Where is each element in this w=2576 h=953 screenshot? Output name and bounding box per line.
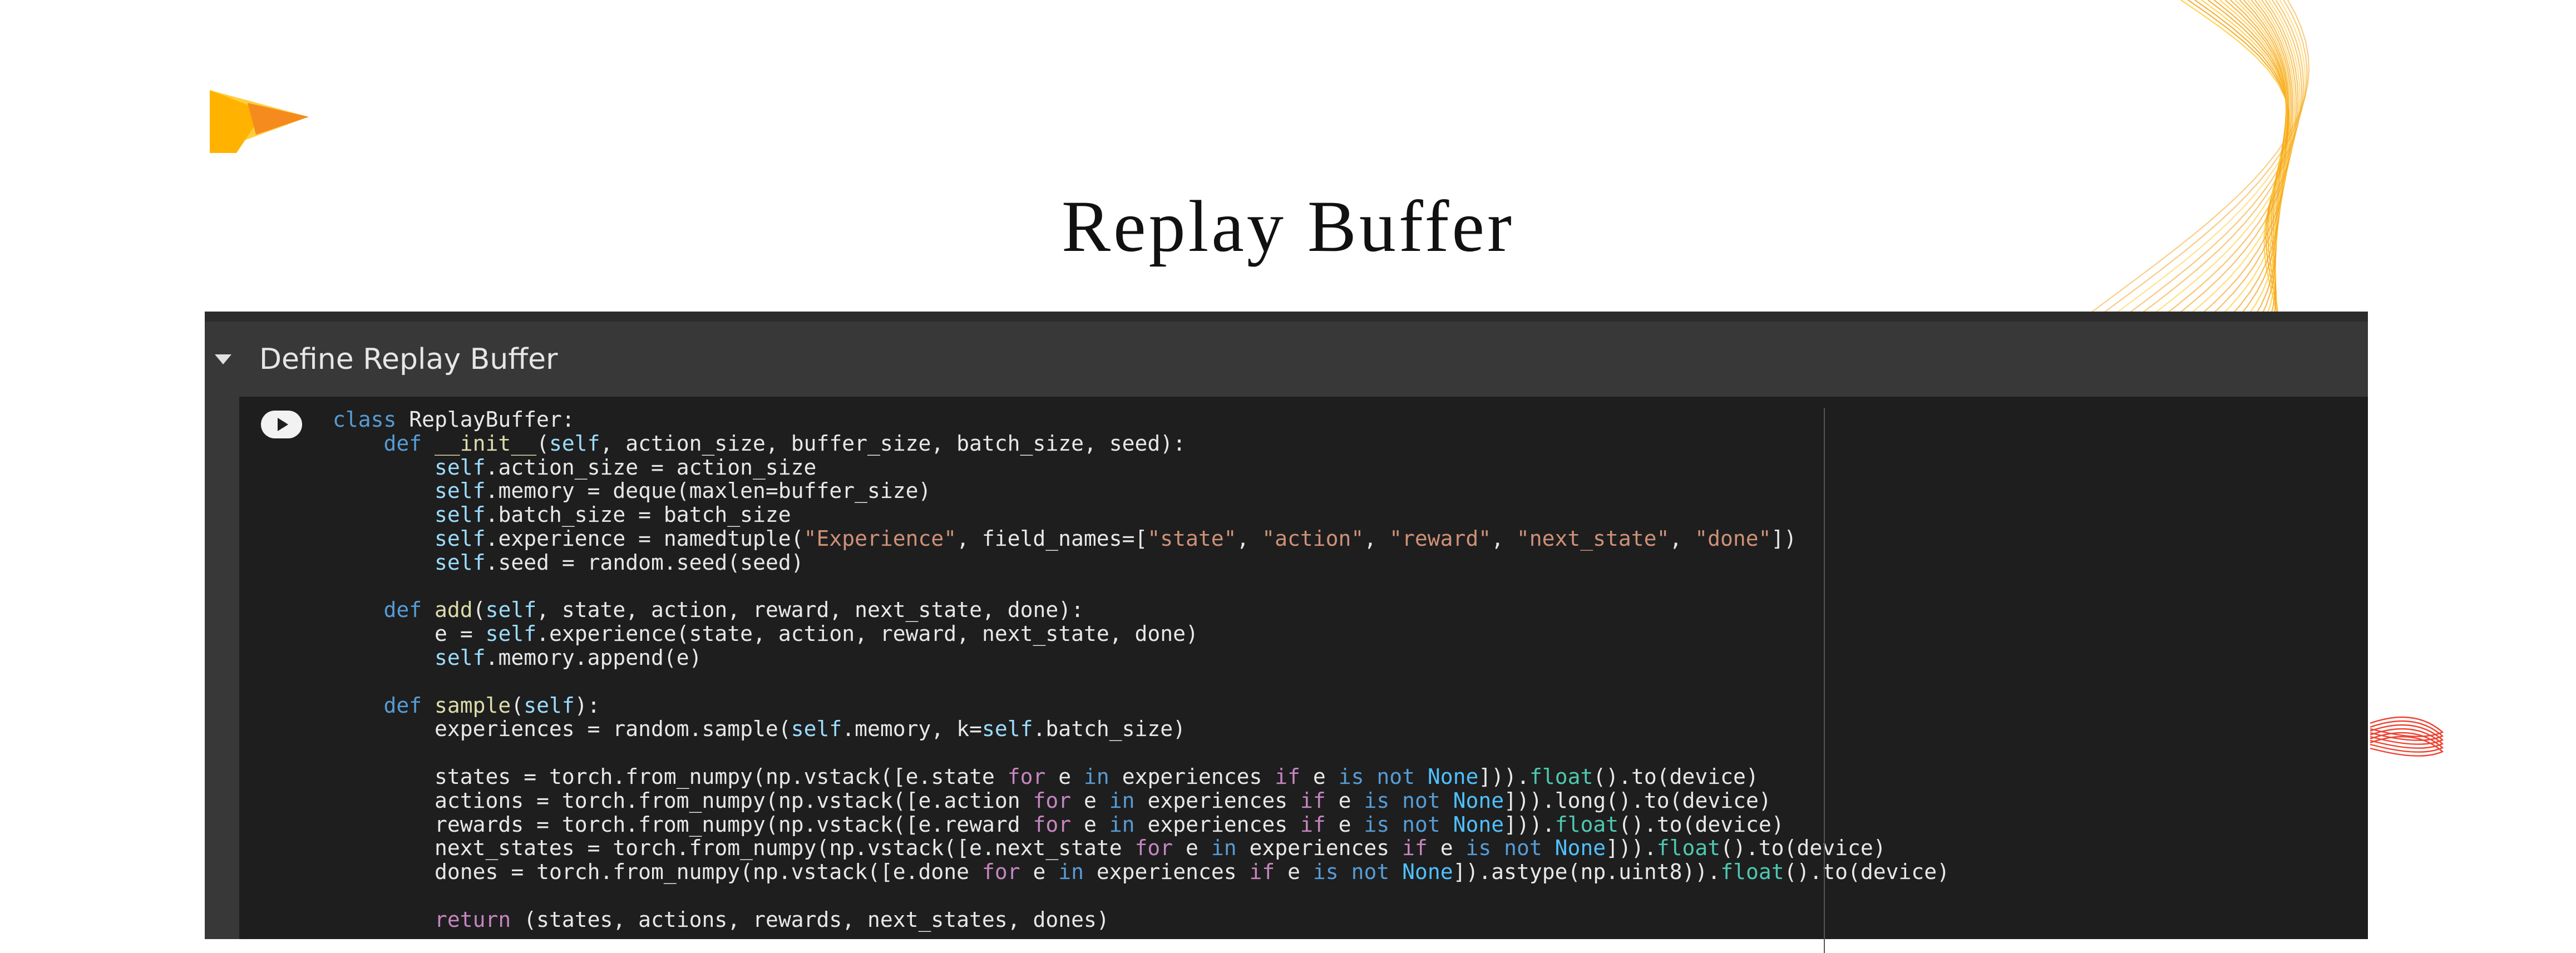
section-title: Define Replay Buffer bbox=[259, 342, 558, 376]
code-line: def __init__(self, action_size, buffer_s… bbox=[383, 431, 1186, 456]
code-line: self.experience = namedtuple("Experience… bbox=[435, 526, 1797, 551]
run-cell-icon bbox=[261, 411, 302, 438]
code-line: rewards = torch.from_numpy(np.vstack([e.… bbox=[435, 812, 1784, 837]
section-header[interactable]: Define Replay Buffer bbox=[205, 322, 2368, 397]
play-logo-icon bbox=[210, 90, 309, 153]
caret-down-icon[interactable] bbox=[209, 354, 237, 364]
code-line: return (states, actions, rewards, next_s… bbox=[435, 907, 1109, 932]
code-line: next_states = torch.from_numpy(np.vstack… bbox=[435, 836, 1886, 861]
code-line: self.action_size = action_size bbox=[435, 455, 817, 480]
code-cell[interactable]: class ReplayBuffer: def __init__(self, a… bbox=[239, 397, 2368, 953]
code-line: def add(self, state, action, reward, nex… bbox=[383, 598, 1084, 623]
notebook-panel: Define Replay Buffer class ReplayBuffer:… bbox=[205, 312, 2368, 953]
notebook-top-strip bbox=[205, 312, 2368, 322]
slide-title: Replay Buffer bbox=[1061, 185, 1514, 267]
code-line: experiences = random.sample(self.memory,… bbox=[435, 717, 1186, 742]
code-line: states = torch.from_numpy(np.vstack([e.s… bbox=[435, 764, 1759, 789]
code-line: self.memory = deque(maxlen=buffer_size) bbox=[435, 478, 931, 503]
code-line: class ReplayBuffer: bbox=[333, 407, 575, 432]
code-line: self.memory.append(e) bbox=[435, 645, 702, 670]
code-line: self.batch_size = batch_size bbox=[435, 502, 791, 527]
code-line: def sample(self): bbox=[383, 693, 600, 718]
code-line: actions = torch.from_numpy(np.vstack([e.… bbox=[435, 788, 1771, 813]
code-line: e = self.experience(state, action, rewar… bbox=[435, 621, 1198, 646]
run-cell-button[interactable] bbox=[260, 410, 303, 439]
line-length-ruler bbox=[1824, 408, 1825, 953]
code-line: self.seed = random.seed(seed) bbox=[435, 550, 804, 575]
code-line: dones = torch.from_numpy(np.vstack([e.do… bbox=[435, 860, 1950, 885]
code-editor[interactable]: class ReplayBuffer: def __init__(self, a… bbox=[333, 408, 1950, 932]
